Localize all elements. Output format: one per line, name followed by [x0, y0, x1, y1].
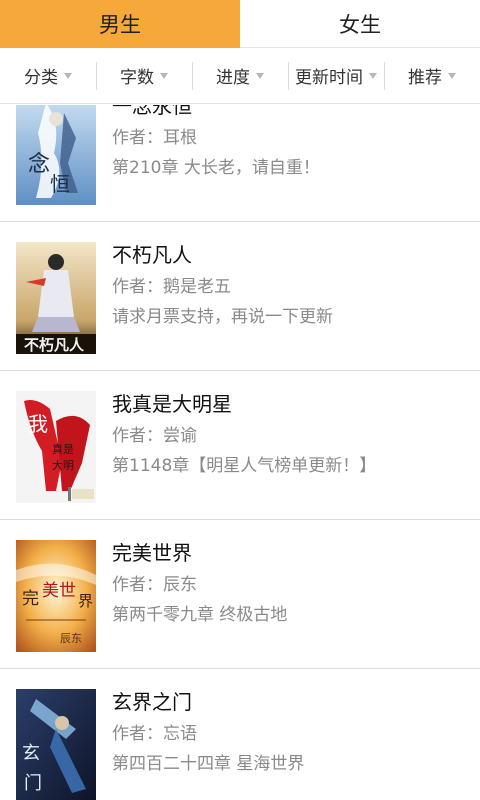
svg-text:念: 念 — [28, 152, 50, 177]
svg-text:我: 我 — [28, 412, 48, 436]
svg-text:辰东: 辰东 — [60, 632, 82, 645]
filter-progress-label: 进度 — [216, 68, 250, 88]
filter-recommend-label: 推荐 — [408, 68, 442, 88]
book-list-item[interactable]: 不朽凡人 不朽凡人 作者：鹅是老五 请求月票支持，再说一下更新 — [0, 222, 480, 371]
book-cover-image: 玄 门 — [16, 689, 96, 800]
book-cover-image: 不朽凡人 — [16, 242, 96, 354]
svg-text:门: 门 — [24, 773, 42, 794]
author-prefix: 作者： — [112, 426, 163, 446]
book-title: 玄界之门 — [112, 690, 192, 714]
book-author: 作者：辰东 — [112, 570, 470, 600]
book-title: 一念永恒 — [112, 105, 192, 118]
author-name: 尝谕 — [163, 426, 197, 446]
latest-chapter: 第210章 大长老，请自重！ — [112, 158, 320, 178]
author-prefix: 作者： — [112, 128, 163, 148]
svg-text:真是: 真是 — [52, 442, 74, 456]
book-list-item[interactable]: 我 真是 大明 我真是大明星 作者：尝谕 第1148章【明星人气榜单更新！】 — [0, 371, 480, 520]
tab-male[interactable]: 男生 — [0, 0, 240, 48]
svg-text:界: 界 — [78, 592, 93, 610]
filter-category[interactable]: 分类 — [0, 48, 96, 103]
book-list-item[interactable]: 玄 门 玄界之门 作者：忘语 第四百二十四章 星海世界 — [0, 669, 480, 800]
author-name: 耳根 — [163, 128, 197, 148]
latest-chapter: 第两千零九章 终极古地 — [112, 605, 288, 625]
book-title: 不朽凡人 — [112, 243, 192, 267]
book-author: 作者：鹅是老五 — [112, 272, 470, 302]
tab-female[interactable]: 女生 — [240, 0, 480, 48]
dropdown-arrow-icon — [369, 72, 377, 79]
filter-progress[interactable]: 进度 — [192, 48, 288, 103]
book-cover-image: 念 恒 — [16, 105, 96, 205]
gender-tabs: 男生 女生 — [0, 0, 480, 48]
book-list[interactable]: 念 恒 一念永恒 作者：耳根 第210章 大长老，请自重！ 不朽凡人 不朽凡人 … — [0, 105, 480, 800]
dropdown-arrow-icon — [160, 72, 168, 79]
book-author: 作者：忘语 — [112, 719, 470, 749]
svg-text:大明: 大明 — [52, 458, 74, 472]
book-title: 完美世界 — [112, 541, 192, 565]
svg-text:美世: 美世 — [42, 581, 76, 601]
filter-word-count[interactable]: 字数 — [96, 48, 192, 103]
svg-text:玄: 玄 — [22, 743, 40, 764]
filter-update-time-label: 更新时间 — [295, 68, 363, 88]
latest-chapter: 第1148章【明星人气榜单更新！】 — [112, 456, 377, 476]
author-prefix: 作者： — [112, 575, 163, 595]
filter-recommend[interactable]: 推荐 — [384, 48, 480, 103]
latest-chapter: 请求月票支持，再说一下更新 — [112, 307, 333, 327]
latest-chapter: 第四百二十四章 星海世界 — [112, 754, 305, 774]
dropdown-arrow-icon — [448, 72, 456, 79]
book-list-item[interactable]: 完 美世 界 辰东 完美世界 作者：辰东 第两千零九章 终极古地 — [0, 520, 480, 669]
filter-bar: 分类 字数 进度 更新时间 推荐 — [0, 48, 480, 104]
filter-category-label: 分类 — [24, 68, 58, 88]
filter-word-count-label: 字数 — [120, 68, 154, 88]
book-title: 我真是大明星 — [112, 392, 232, 416]
book-author: 作者：尝谕 — [112, 421, 470, 451]
book-author: 作者：耳根 — [112, 123, 470, 153]
author-prefix: 作者： — [112, 277, 163, 297]
author-prefix: 作者： — [112, 724, 163, 744]
author-name: 辰东 — [163, 575, 197, 595]
svg-text:完: 完 — [22, 589, 39, 609]
author-name: 鹅是老五 — [163, 277, 231, 297]
book-cover-image: 完 美世 界 辰东 — [16, 540, 96, 652]
author-name: 忘语 — [163, 724, 197, 744]
dropdown-arrow-icon — [64, 72, 72, 79]
book-list-item[interactable]: 念 恒 一念永恒 作者：耳根 第210章 大长老，请自重！ — [0, 105, 480, 222]
filter-update-time[interactable]: 更新时间 — [288, 48, 384, 103]
dropdown-arrow-icon — [256, 72, 264, 79]
book-cover-image: 我 真是 大明 — [16, 391, 96, 503]
svg-text:不朽凡人: 不朽凡人 — [24, 336, 85, 354]
svg-text:恒: 恒 — [50, 172, 70, 196]
